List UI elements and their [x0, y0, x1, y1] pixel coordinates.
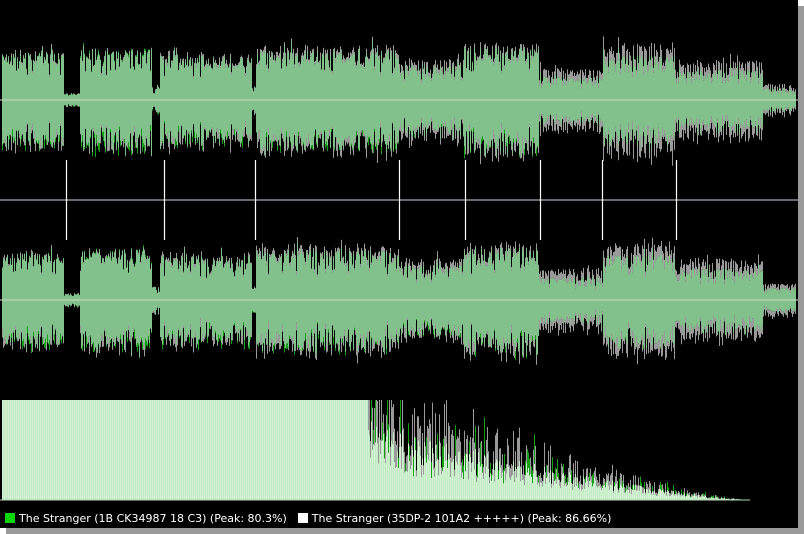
track2-color-swatch: [297, 513, 308, 523]
legend-item-track2: The Stranger (35DP-2 101A2 +++++) (Peak:…: [297, 511, 612, 525]
waveform-compare-window: The Stranger (1B CK34987 18 C3) (Peak: 8…: [0, 0, 798, 528]
waveform-display: [0, 36, 798, 501]
legend-item-track1: The Stranger (1B CK34987 18 C3) (Peak: 8…: [5, 512, 287, 525]
channel-left-waveform: [2, 36, 796, 166]
track1-color-swatch: [5, 513, 15, 523]
window-shadow-right: [798, 6, 804, 534]
channel-right-waveform: [2, 236, 796, 365]
window-shadow-bottom: [6, 528, 804, 534]
spectrum-area: [2, 400, 751, 500]
legend-label-track2: The Stranger (35DP-2 101A2 +++++) (Peak:…: [311, 511, 612, 525]
legend-bar: The Stranger (1B CK34987 18 C3) (Peak: 8…: [0, 508, 798, 528]
legend-label-track1: The Stranger (1B CK34987 18 C3) (Peak: 8…: [19, 511, 287, 525]
